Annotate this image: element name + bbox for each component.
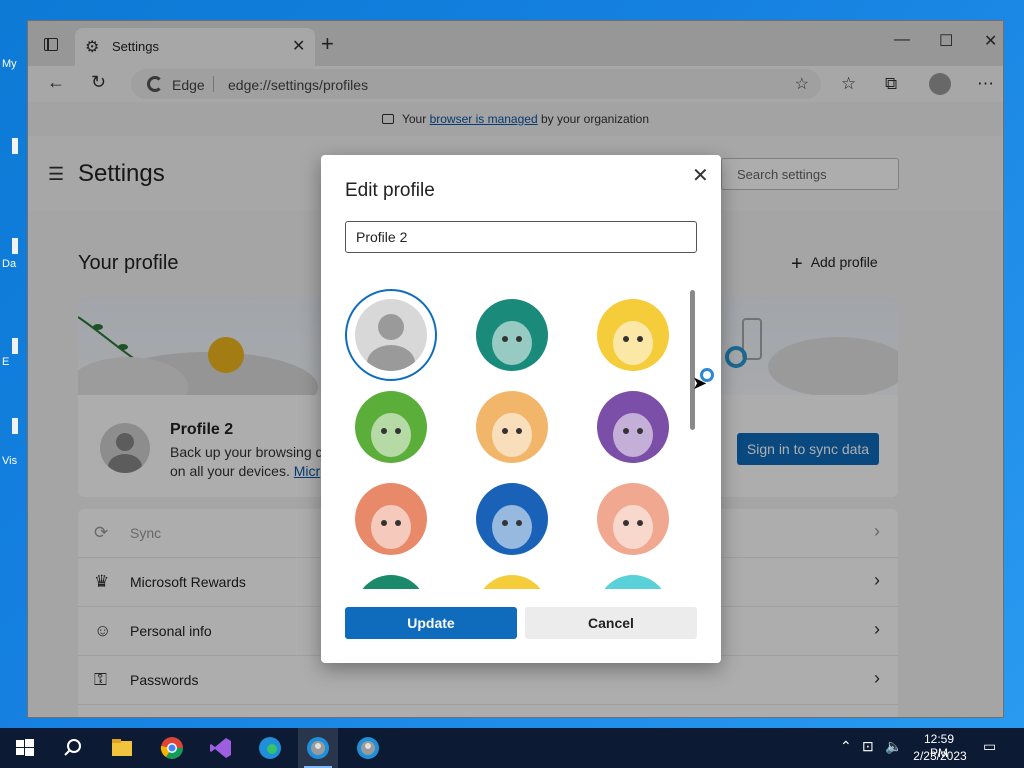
taskbar: ⌃ ⊡ 🔈 12:59 PM 2/23/2023 ▭	[0, 728, 1024, 768]
windows-start-icon[interactable]	[12, 735, 38, 761]
edge-profile-icon[interactable]	[305, 735, 331, 761]
avatar-scroll-thumb[interactable]	[690, 290, 695, 430]
ninja-avatar[interactable]	[355, 483, 427, 555]
network-icon[interactable]: ⊡	[862, 738, 874, 755]
cancel-button[interactable]: Cancel	[525, 607, 697, 639]
mouse-cursor-icon: ➤	[692, 373, 708, 393]
yeti-avatar[interactable]	[476, 483, 548, 555]
notifications-icon[interactable]: ▭	[983, 738, 996, 755]
edge-profile-icon[interactable]	[355, 735, 381, 761]
volume-icon[interactable]: 🔈	[885, 738, 902, 755]
llama-avatar[interactable]	[476, 299, 548, 371]
astronaut-avatar[interactable]	[597, 391, 669, 463]
avatar-row4-1[interactable]	[355, 575, 427, 589]
dialog-title: Edit profile	[345, 180, 435, 201]
close-dialog-icon[interactable]: ✕	[692, 163, 709, 188]
desktop-label[interactable]: My	[2, 58, 17, 70]
search-icon[interactable]	[60, 735, 86, 761]
desktop-label[interactable]: E	[2, 356, 9, 368]
update-button[interactable]: Update	[345, 607, 517, 639]
file-explorer-icon[interactable]	[109, 735, 135, 761]
desktop-label[interactable]: Vis	[2, 455, 17, 467]
panda-avatar[interactable]	[355, 391, 427, 463]
desktop-icon[interactable]	[12, 138, 18, 154]
chrome-icon[interactable]	[159, 735, 185, 761]
edit-profile-dialog: Edit profile ✕ Update Cancel	[321, 155, 721, 663]
desktop-icon[interactable]	[12, 238, 18, 254]
profile-name-input[interactable]	[345, 221, 697, 253]
desktop-icon[interactable]	[12, 338, 18, 354]
desktop-icon[interactable]	[12, 418, 18, 434]
avatar-row4-3[interactable]	[597, 575, 669, 589]
hedgehog-avatar[interactable]	[476, 391, 548, 463]
desktop-label[interactable]: Da	[2, 258, 16, 270]
clock-date[interactable]: 2/23/2023	[910, 749, 970, 763]
visual-studio-icon[interactable]	[208, 735, 234, 761]
fox-avatar[interactable]	[597, 299, 669, 371]
dinosaur-avatar[interactable]	[597, 483, 669, 555]
chevron-up-icon[interactable]: ⌃	[840, 738, 852, 755]
avatar-picker	[345, 287, 697, 589]
edge-icon[interactable]	[257, 735, 283, 761]
avatar-row4-2[interactable]	[476, 575, 548, 589]
default-person-avatar[interactable]	[355, 299, 427, 371]
